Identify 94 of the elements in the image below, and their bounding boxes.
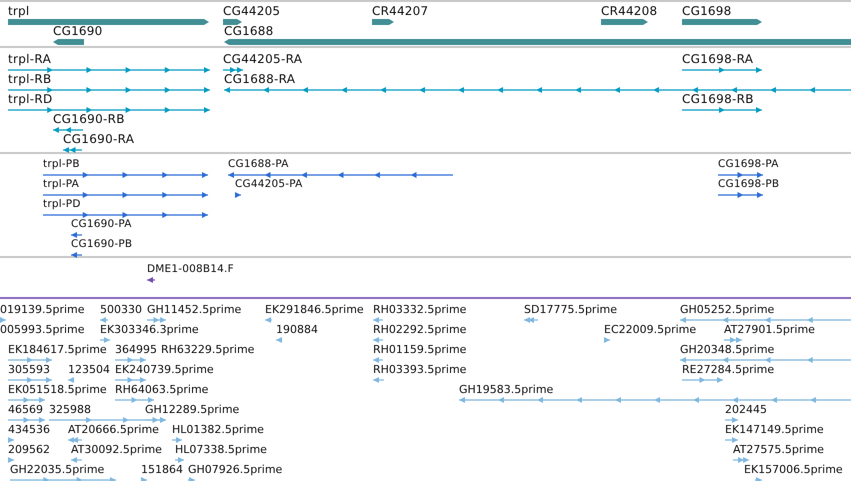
feature-label: trpl-PD <box>43 198 81 211</box>
feature-label: CG44205-RA <box>223 53 302 66</box>
feature-label: CG1690-PA <box>71 218 132 231</box>
gene-bar[interactable] <box>8 18 209 26</box>
feature-label: trpl <box>8 5 30 18</box>
feature-label: EK184617.5prime <box>8 343 107 356</box>
feature-arrow[interactable] <box>43 171 208 179</box>
feature-label: RH03393.5prime <box>373 363 466 376</box>
feature-label: EC22009.5prime <box>604 323 696 336</box>
feature-label: RH03332.5prime <box>373 303 466 316</box>
feature-label: CG1690-RB <box>53 113 125 126</box>
feature-arrow[interactable] <box>682 66 762 74</box>
feature-label: CG1698 <box>682 5 732 18</box>
feature-label: trpl-RB <box>8 73 52 86</box>
feature-label: GH19583.5prime <box>459 383 554 396</box>
feature-arrow[interactable] <box>71 251 82 259</box>
feature-label: CG1690-RA <box>63 133 134 146</box>
feature-label: CG1690-PB <box>71 238 132 251</box>
feature-label: CG1698-PA <box>718 158 779 171</box>
feature-label: 46569 <box>8 403 43 416</box>
feature-arrow[interactable] <box>8 86 210 94</box>
feature-label: RH01159.5prime <box>373 343 466 356</box>
feature-arrow[interactable] <box>8 66 210 74</box>
feature-label: CG1698-PB <box>718 178 780 191</box>
feature-label: 202445 <box>725 403 767 416</box>
feature-label: EK291846.5prime <box>265 303 364 316</box>
feature-label: GH22035.5prime <box>10 463 104 476</box>
feature-label: 005993.5prime <box>0 323 85 336</box>
gene-bar[interactable] <box>223 18 242 26</box>
feature-label: CG1698-RA <box>682 53 754 66</box>
feature-label: HL01382.5prime <box>172 423 264 436</box>
gene-bar[interactable] <box>601 18 648 26</box>
feature-label: trpl-PA <box>43 178 80 191</box>
feature-label: SD17775.5prime <box>524 303 617 316</box>
feature-label: 500330 <box>100 303 142 316</box>
feature-label: 123504 <box>68 363 110 376</box>
feature-label: trpl-RD <box>8 93 53 106</box>
feature-label: 434536 <box>8 423 50 436</box>
feature-label: EK240739.5prime <box>115 363 214 376</box>
feature-label: RH63229.5prime <box>161 343 254 356</box>
feature-label: AT20666.5prime <box>68 423 159 436</box>
feature-arrow[interactable] <box>147 276 155 284</box>
feature-label: CG44205 <box>223 5 280 18</box>
feature-label: GH12289.5prime <box>145 403 240 416</box>
feature-label: DME1-008B14.F <box>147 263 234 276</box>
feature-label: 209562 <box>8 443 50 456</box>
feature-label: trpl-PB <box>43 158 80 171</box>
feature-label: HL07338.5prime <box>175 443 267 456</box>
feature-label: 305593 <box>8 363 50 376</box>
feature-label: CG1688-PA <box>228 158 289 171</box>
feature-label: EK303346.3prime <box>100 323 199 336</box>
feature-arrow[interactable] <box>228 171 453 179</box>
feature-arrow[interactable] <box>682 106 762 114</box>
feature-arrow[interactable] <box>718 191 763 199</box>
feature-arrow[interactable] <box>43 211 208 219</box>
feature-arrow[interactable] <box>71 231 82 239</box>
feature-label: CG1690 <box>53 25 102 38</box>
feature-label: AT30092.5prime <box>71 443 162 456</box>
feature-arrow[interactable] <box>223 66 243 74</box>
feature-label: 364995 <box>115 343 157 356</box>
feature-label: GH05252.5prime <box>680 303 774 316</box>
gene-bar[interactable] <box>53 38 84 46</box>
feature-label: CG1698-RB <box>682 93 754 106</box>
feature-label: CR44207 <box>372 5 428 18</box>
feature-label: GH07926.5prime <box>188 463 282 476</box>
feature-label: GH20348.5prime <box>680 343 774 356</box>
feature-label: CG1688-RA <box>224 73 296 86</box>
feature-label: AT27901.5prime <box>724 323 815 336</box>
feature-arrow[interactable] <box>63 146 82 154</box>
feature-label: CG44205-PA <box>235 178 303 191</box>
feature-arrow[interactable] <box>43 191 208 199</box>
feature-label: EK157006.5prime <box>744 463 843 476</box>
feature-label: 019139.5prime <box>0 303 85 316</box>
feature-label: AT27575.5prime <box>733 443 824 456</box>
feature-arrow[interactable] <box>8 106 210 114</box>
feature-label: GH11452.5prime <box>147 303 242 316</box>
feature-label: RH64063.5prime <box>115 383 208 396</box>
feature-label: RE27284.5prime <box>682 363 774 376</box>
gene-bar[interactable] <box>372 18 394 26</box>
feature-label: RH02292.5prime <box>373 323 466 336</box>
feature-arrow[interactable] <box>53 126 83 134</box>
gene-bar[interactable] <box>224 38 851 46</box>
feature-label: EK051518.5prime <box>8 383 107 396</box>
feature-label: CR44208 <box>601 5 658 18</box>
feature-arrow[interactable] <box>224 86 851 94</box>
feature-label: 151864 <box>141 463 183 476</box>
feature-label: 190884 <box>276 323 318 336</box>
feature-arrow[interactable] <box>718 171 763 179</box>
feature-label: 325988 <box>49 403 91 416</box>
feature-label: EK147149.5prime <box>725 423 824 436</box>
gene-bar[interactable] <box>682 18 762 26</box>
feature-label: trpl-RA <box>8 53 52 66</box>
feature-label: CG1688 <box>224 25 274 38</box>
feature-arrow[interactable] <box>235 191 241 199</box>
